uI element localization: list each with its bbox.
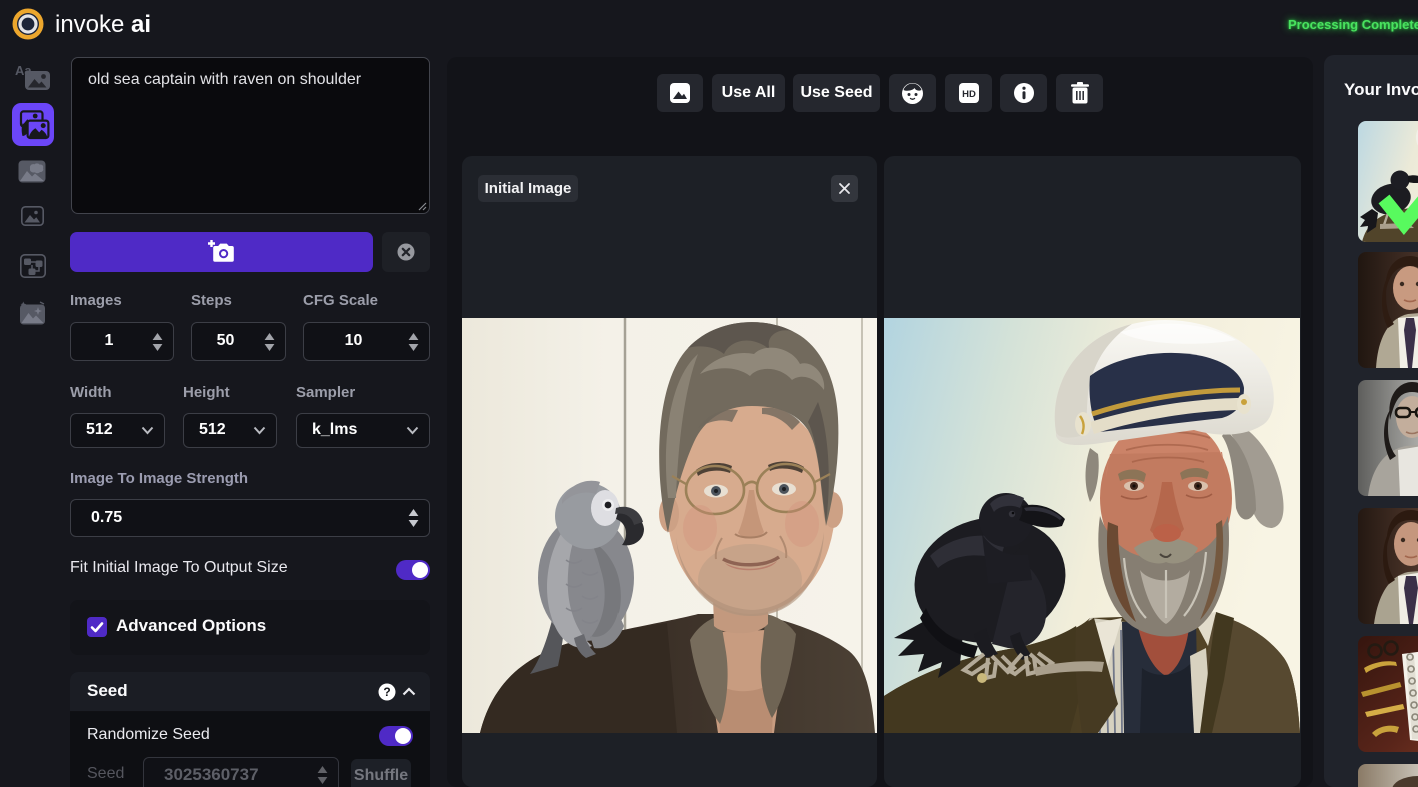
svg-text:HD: HD	[962, 89, 976, 100]
svg-text:?: ?	[383, 685, 390, 699]
svg-text:Aa: Aa	[15, 63, 32, 78]
